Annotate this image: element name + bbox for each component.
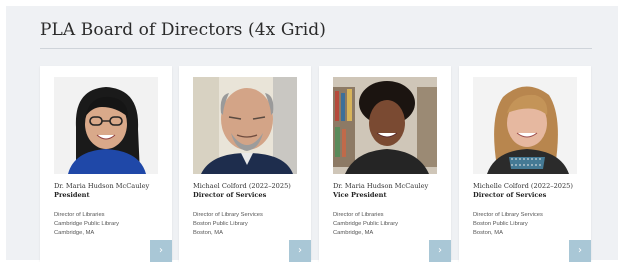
director-title: Director of Services (193, 191, 267, 199)
director-name: Michelle Colford (2022–2025) (473, 182, 573, 190)
heading-divider (40, 48, 592, 49)
director-name: Dr. Maria Hudson McCauley (54, 182, 150, 190)
director-location: Boston, MA (473, 230, 503, 236)
view-profile-button[interactable]: › (289, 240, 311, 262)
chevron-right-icon: › (298, 245, 302, 256)
director-organization: Cambridge Public Library (333, 221, 399, 227)
chevron-right-icon: › (438, 245, 442, 256)
director-role: Director of Libraries (333, 212, 384, 218)
director-location: Boston, MA (193, 230, 223, 236)
section-heading: PLA Board of Directors (4x Grid) (40, 20, 327, 40)
director-organization: Boston Public Library (193, 221, 248, 227)
director-card: Dr. Maria Hudson McCauley Vice President… (319, 66, 451, 262)
chevron-right-icon: › (159, 245, 163, 256)
director-photo (333, 77, 437, 174)
director-photo (473, 77, 577, 174)
director-title: President (54, 191, 90, 199)
director-role: Director of Library Services (473, 212, 543, 218)
director-organization: Boston Public Library (473, 221, 528, 227)
board-section: PLA Board of Directors (4x Grid) Dr. Mar… (6, 6, 618, 262)
director-card: Michelle Colford (2022–2025) Director of… (459, 66, 591, 262)
view-profile-button[interactable]: › (429, 240, 451, 262)
director-role: Director of Libraries (54, 212, 105, 218)
director-title: Director of Services (473, 191, 547, 199)
director-photo (54, 77, 158, 174)
director-location: Cambridge, MA (333, 230, 374, 236)
director-card: Dr. Maria Hudson McCauley President Dire… (40, 66, 172, 262)
director-card: Michael Colford (2022–2025) Director of … (179, 66, 311, 262)
view-profile-button[interactable]: › (150, 240, 172, 262)
director-name: Michael Colford (2022–2025) (193, 182, 291, 190)
chevron-right-icon: › (578, 245, 582, 256)
director-name: Dr. Maria Hudson McCauley (333, 182, 429, 190)
director-role: Director of Library Services (193, 212, 263, 218)
director-organization: Cambridge Public Library (54, 221, 120, 227)
view-profile-button[interactable]: › (569, 240, 591, 262)
director-title: Vice President (333, 191, 387, 199)
director-location: Cambridge, MA (54, 230, 95, 236)
director-photo (193, 77, 297, 174)
